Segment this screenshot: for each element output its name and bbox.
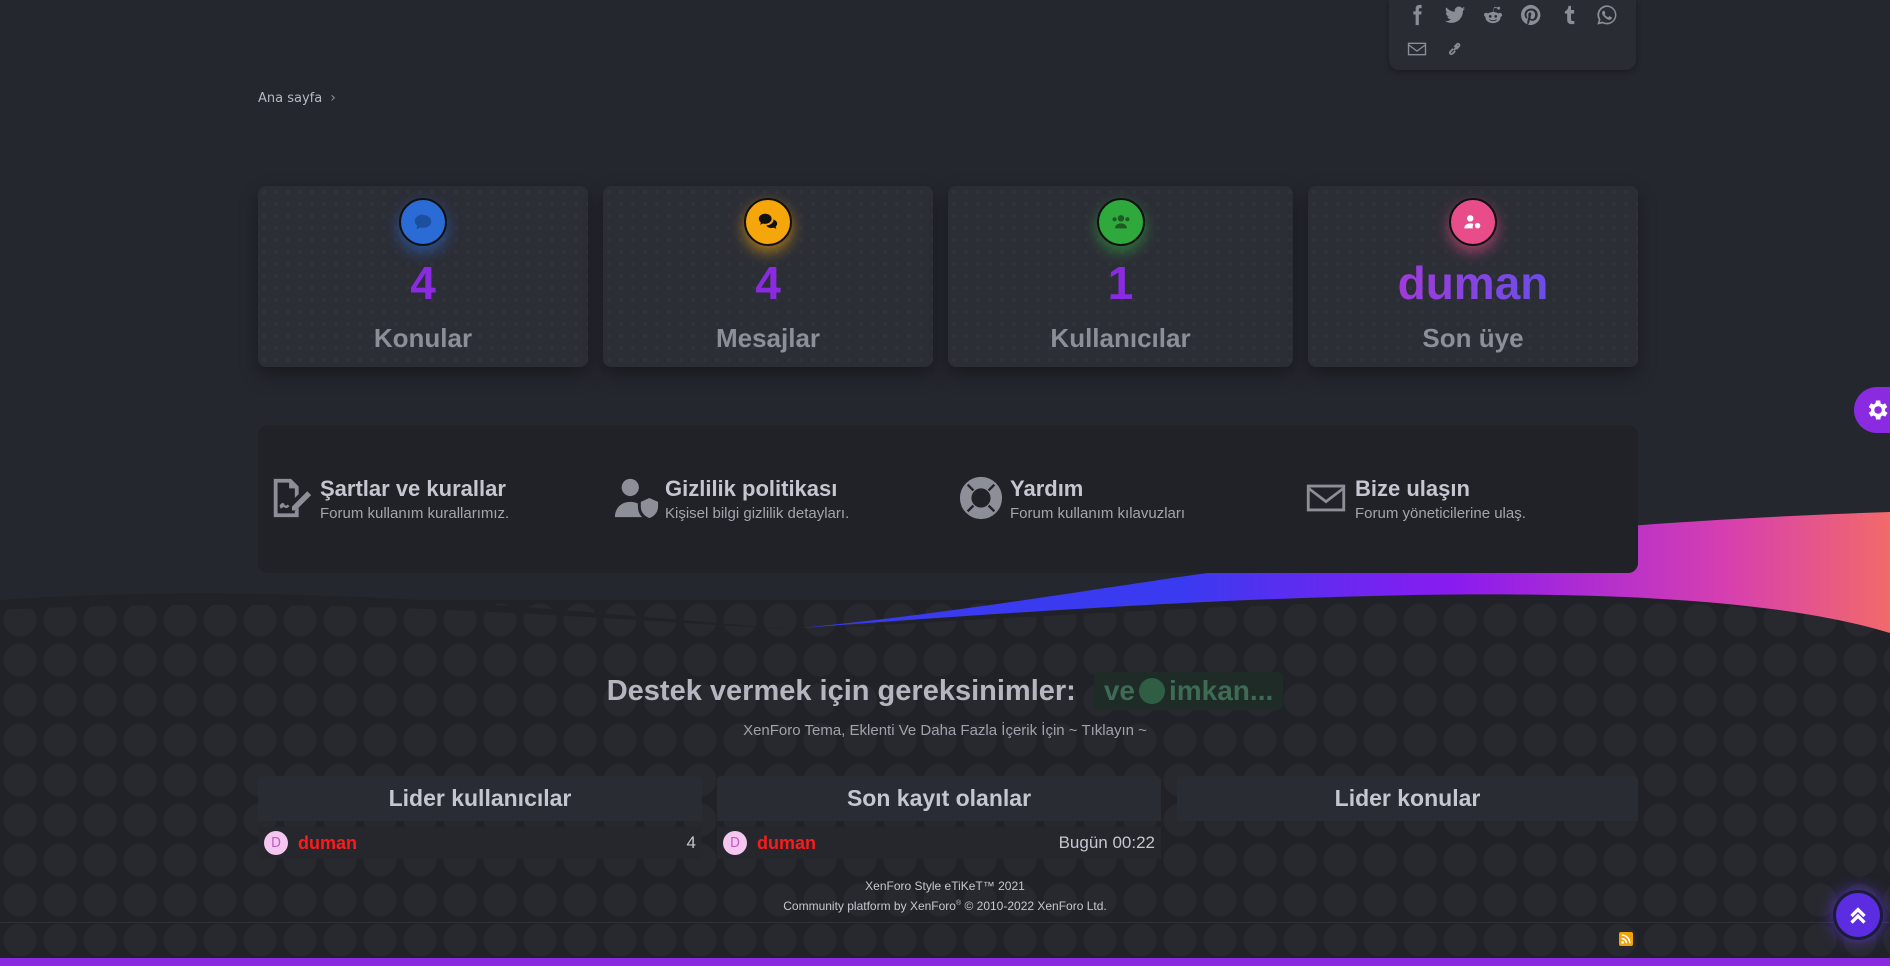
stat-label: Konular: [373, 323, 473, 353]
breadcrumb: Ana sayfa ›: [258, 90, 336, 106]
stat-label: Kullanıcılar: [1050, 323, 1191, 353]
whatsapp-icon[interactable]: [1595, 3, 1619, 27]
help-link[interactable]: Yardım Forum kullanım kılavuzları: [958, 475, 1185, 522]
style-settings-button[interactable]: [1854, 387, 1890, 433]
support-title: Destek vermek için gereksinimler:: [606, 674, 1076, 707]
link-description: Kişisel bilgi gizlilik detayları.: [665, 505, 850, 522]
rss-icon[interactable]: [1619, 932, 1633, 946]
support-banner: Destek vermek için gereksinimler: ve imk…: [0, 672, 1890, 710]
file-signature-icon: [273, 478, 312, 518]
link-description: Forum yöneticilerine ulaş.: [1355, 505, 1526, 522]
list-item: D duman Bugün 00:22: [717, 827, 1161, 859]
privacy-link[interactable]: Gizlilik politikası Kişisel bilgi gizlil…: [613, 475, 849, 522]
list-item: D duman 4: [258, 827, 702, 859]
reddit-icon[interactable]: [1481, 3, 1505, 27]
support-box: ve imkan...: [1093, 672, 1284, 710]
stat-label: Son üye: [1422, 323, 1524, 353]
breadcrumb-home[interactable]: Ana sayfa: [258, 91, 322, 106]
link-title: Gizlilik politikası: [665, 476, 838, 501]
platform-credit[interactable]: Community platform by XenForo® © 2010-20…: [0, 895, 1890, 915]
stat-value: 4: [755, 257, 781, 309]
chevron-right-icon: ›: [330, 90, 336, 106]
promo-text: XenForo Tema, Eklenti Ve Daha Fazla İçer…: [743, 722, 1065, 739]
user-cog-icon: [1449, 198, 1497, 246]
promo-line: XenForo Tema, Eklenti Ve Daha Fazla İçer…: [0, 722, 1890, 739]
column-header-top-threads: Lider konular: [1177, 776, 1638, 821]
comments-icon: [744, 198, 792, 246]
promo-link[interactable]: ~ Tıklayın ~: [1069, 722, 1147, 739]
stat-card-threads: 4 Konular: [258, 186, 588, 367]
username-link[interactable]: duman: [757, 833, 1059, 854]
footer-credit: XenForo Style eTiKeT™ 2021 Community pla…: [0, 878, 1890, 915]
row-value: Bugün 00:22: [1058, 833, 1155, 852]
twitter-icon[interactable]: [1443, 3, 1467, 27]
link-description: Forum kullanım kılavuzları: [1010, 505, 1186, 522]
support-box-right: imkan...: [1168, 675, 1274, 706]
stat-card-latest-member: duman Son üye: [1308, 186, 1638, 367]
stat-value-latest-member[interactable]: duman: [1308, 256, 1638, 310]
chat-bubble-icon: [399, 198, 447, 246]
column-header-new-members: Son kayıt olanlar: [717, 776, 1161, 821]
stat-value: 4: [410, 257, 436, 309]
facebook-icon[interactable]: [1405, 3, 1429, 27]
email-icon[interactable]: [1405, 37, 1429, 61]
bottom-accent-bar: [0, 958, 1890, 966]
user-shield-icon: [614, 478, 659, 519]
support-box-left: ve: [1103, 675, 1135, 706]
avatar[interactable]: D: [723, 831, 747, 855]
row-value: 4: [686, 833, 696, 852]
share-panel: [1389, 0, 1636, 70]
link-title: Şartlar ve kurallar: [320, 476, 506, 501]
column-header-top-users: Lider kullanıcılar: [258, 776, 702, 821]
terms-link[interactable]: Şartlar ve kurallar Forum kullanım kural…: [268, 475, 509, 522]
tumblr-icon[interactable]: [1557, 3, 1581, 27]
link-title: Bize ulaşın: [1355, 476, 1470, 501]
contact-link[interactable]: Bize ulaşın Forum yöneticilerine ulaş.: [1303, 475, 1526, 522]
link-icon[interactable]: [1443, 37, 1467, 61]
footer-divider: [0, 922, 1890, 923]
pinterest-icon[interactable]: [1519, 3, 1543, 27]
gear-icon: [1868, 400, 1888, 420]
scroll-to-top-button[interactable]: [1833, 890, 1883, 940]
users-icon: [1096, 198, 1145, 246]
life-ring-icon: [959, 476, 1003, 520]
style-credit[interactable]: XenForo Style eTiKeT™ 2021: [0, 878, 1890, 895]
stat-label: Mesajlar: [715, 323, 821, 353]
avatar[interactable]: D: [264, 831, 288, 855]
link-description: Forum kullanım kurallarımız.: [320, 505, 510, 522]
stat-card-users: 1 Kullanıcılar: [948, 186, 1293, 367]
link-title: Yardım: [1010, 476, 1084, 501]
emoji-icon: [1138, 678, 1165, 704]
footer-links-panel: Şartlar ve kurallar Forum kullanım kural…: [258, 425, 1638, 573]
stat-value: 1: [1107, 257, 1134, 309]
double-chevron-up-icon: [1850, 907, 1866, 924]
stat-card-messages: 4 Mesajlar: [603, 186, 933, 367]
username-link[interactable]: duman: [298, 833, 687, 854]
envelope-icon: [1306, 484, 1346, 512]
